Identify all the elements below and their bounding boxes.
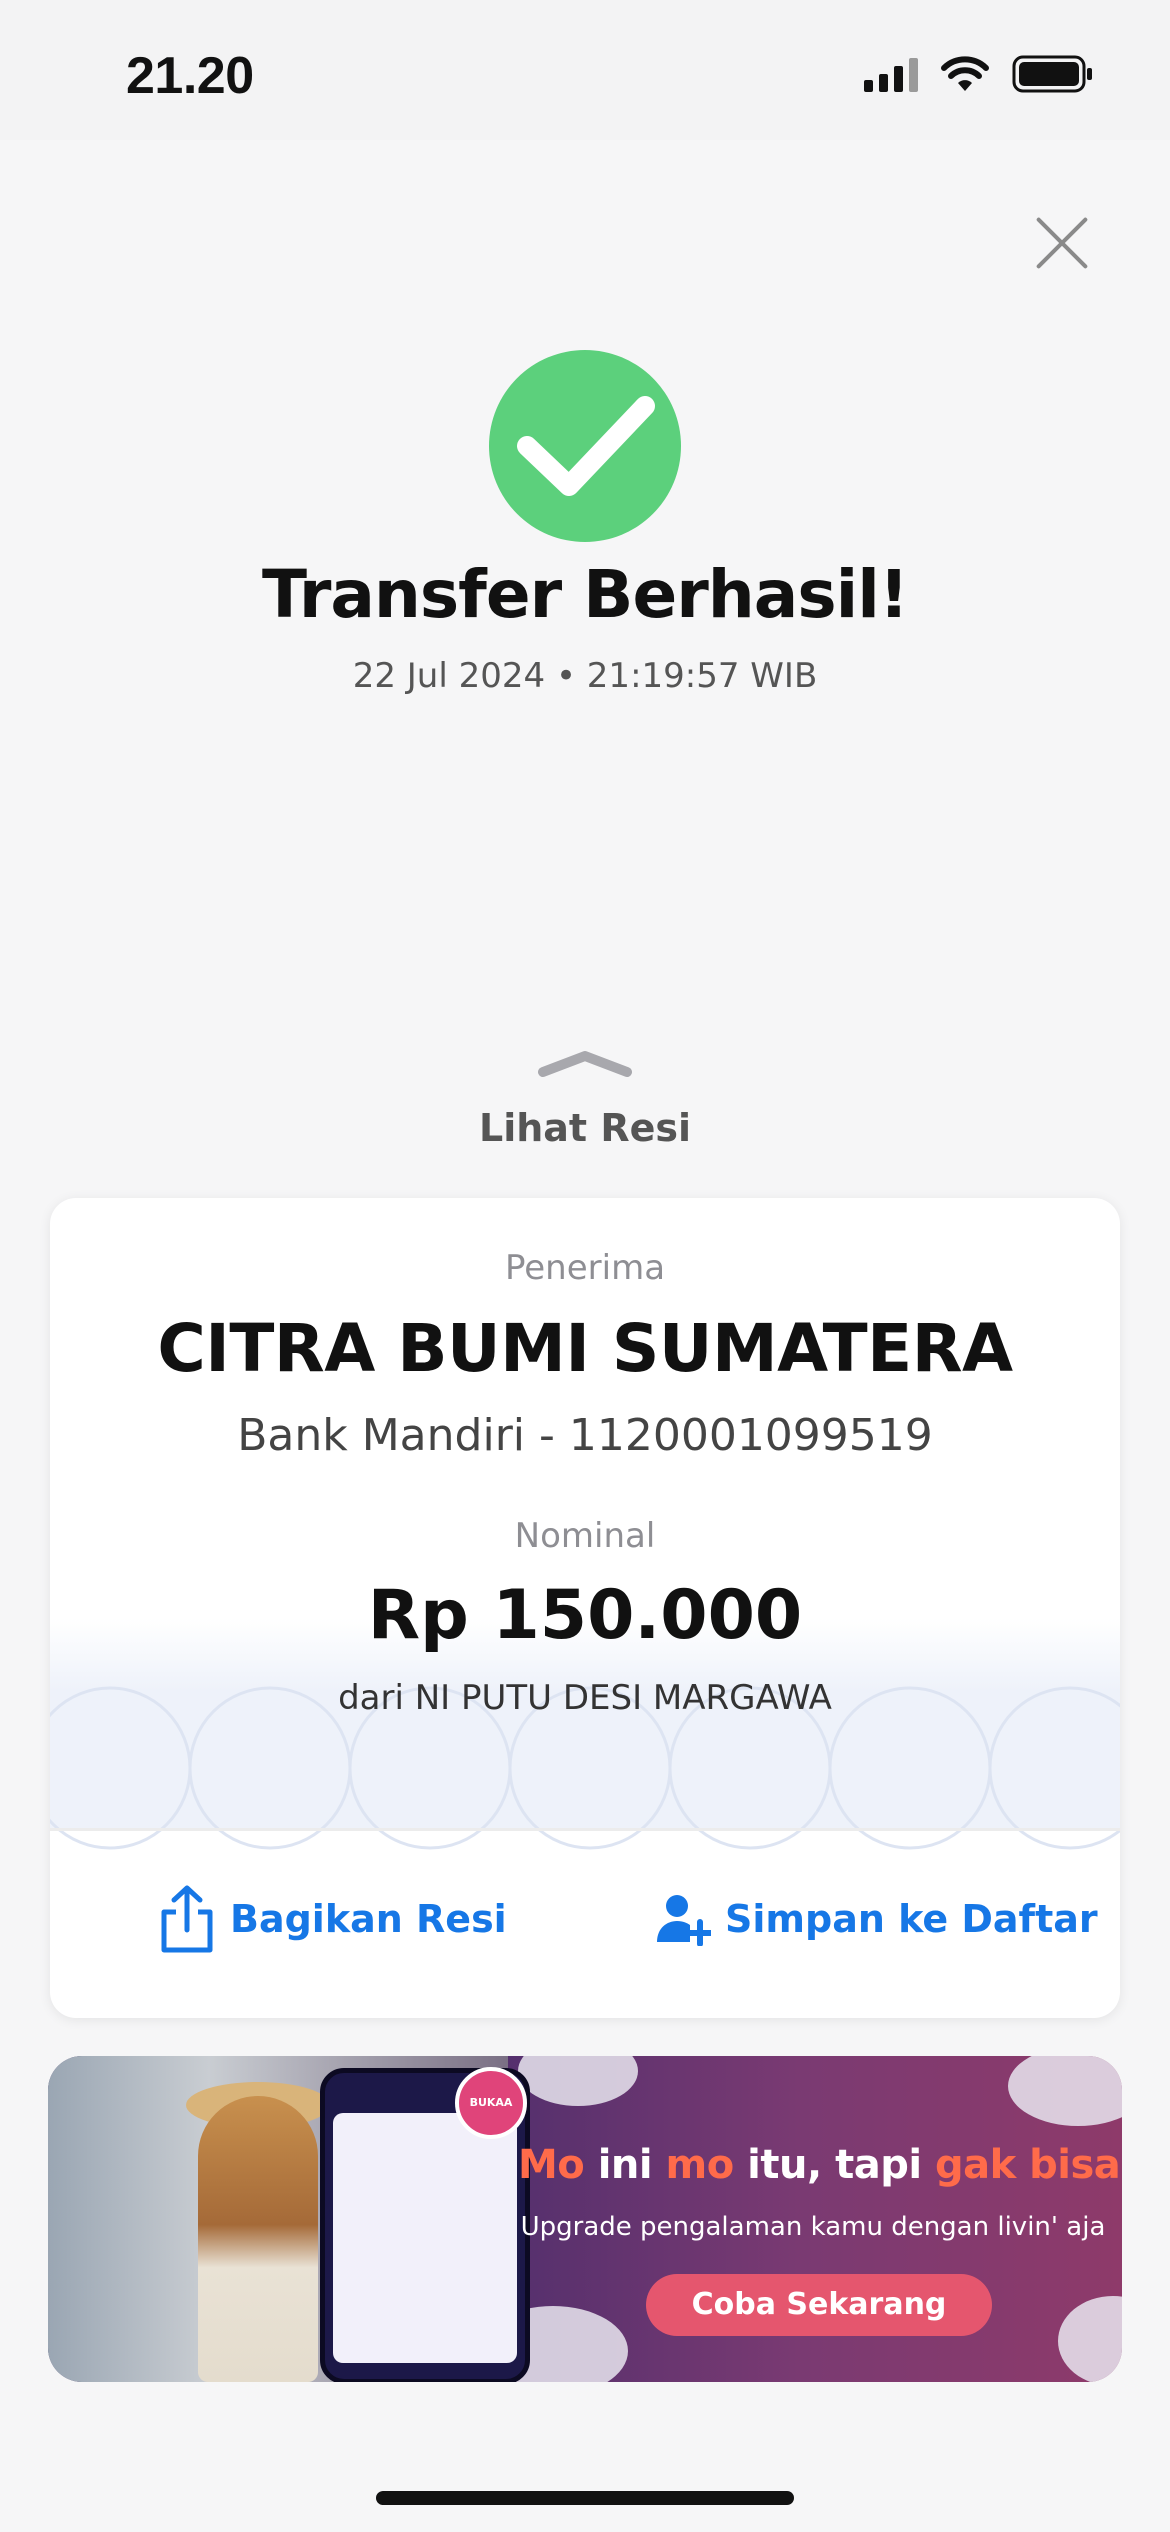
status-time: 21.20 [126,47,254,105]
banner-subtext: Upgrade pengalaman kamu dengan livin' aj… [520,2212,1106,2242]
recipient-label: Penerima [504,1248,666,1288]
chevron-up-icon[interactable] [535,1048,635,1078]
close-icon[interactable] [1031,212,1093,274]
share-receipt-label: Bagikan Resi [230,1897,507,1941]
cloud-decoration [518,2056,638,2106]
wifi-icon [941,56,989,91]
status-bar: 21.20 [0,0,1170,140]
recipient-bank-account: Bank Mandiri - 1120001099519 [237,1410,933,1461]
headline-part: ini [584,2142,666,2188]
home-indicator[interactable] [376,2491,794,2505]
recipient-name: CITRA BUMI SUMATERA [157,1310,1013,1387]
add-user-icon [657,1895,711,1946]
battery-icon [1012,55,1092,93]
transfer-amount: Rp 150.000 [367,1576,803,1655]
headline-part: itu, tapi [733,2142,935,2188]
success-check-circle [489,350,681,542]
phone-screen [333,2113,517,2363]
headline-part: gak bisa [934,2142,1121,2188]
signal-icon [864,56,918,92]
check-icon [517,396,655,496]
cloud-decoration [1058,2296,1122,2382]
banner-headline: Mo ini mo itu, tapi gak bisa? [518,2142,1122,2188]
card-divider [50,1828,1120,1831]
phone-badge: BUKAA [455,2067,527,2139]
transaction-datetime: 22 Jul 2024 • 21:19:57 WIB [352,656,818,696]
save-to-list-label: Simpan ke Daftar [725,1897,1098,1941]
try-now-button[interactable]: Coba Sekarang [646,2274,992,2336]
phone-mockup: BUKAA [320,2067,530,2382]
sender-name: dari NI PUTU DESI MARGAWA [338,1678,832,1718]
save-to-list-button[interactable]: Simpan ke Daftar [655,1884,1098,1954]
headline-part: mo [665,2142,735,2188]
person-figure [198,2096,318,2382]
status-icons [864,52,1094,96]
promo-banner[interactable]: BUKAA Mo ini mo itu, tapi gak bisa? Upgr… [48,2056,1122,2382]
page-title: Transfer Berhasil! [262,556,909,633]
cloud-decoration [1008,2056,1122,2126]
view-receipt-toggle[interactable]: Lihat Resi [0,1106,1170,1150]
receipt-card: Penerima CITRA BUMI SUMATERA Bank Mandir… [50,1198,1120,2018]
share-icon [161,1885,213,1953]
headline-part: ? [1120,2142,1122,2188]
share-receipt-button[interactable]: Bagikan Resi [158,1884,507,1954]
amount-label: Nominal [514,1516,656,1556]
headline-part: Mo [518,2142,585,2188]
